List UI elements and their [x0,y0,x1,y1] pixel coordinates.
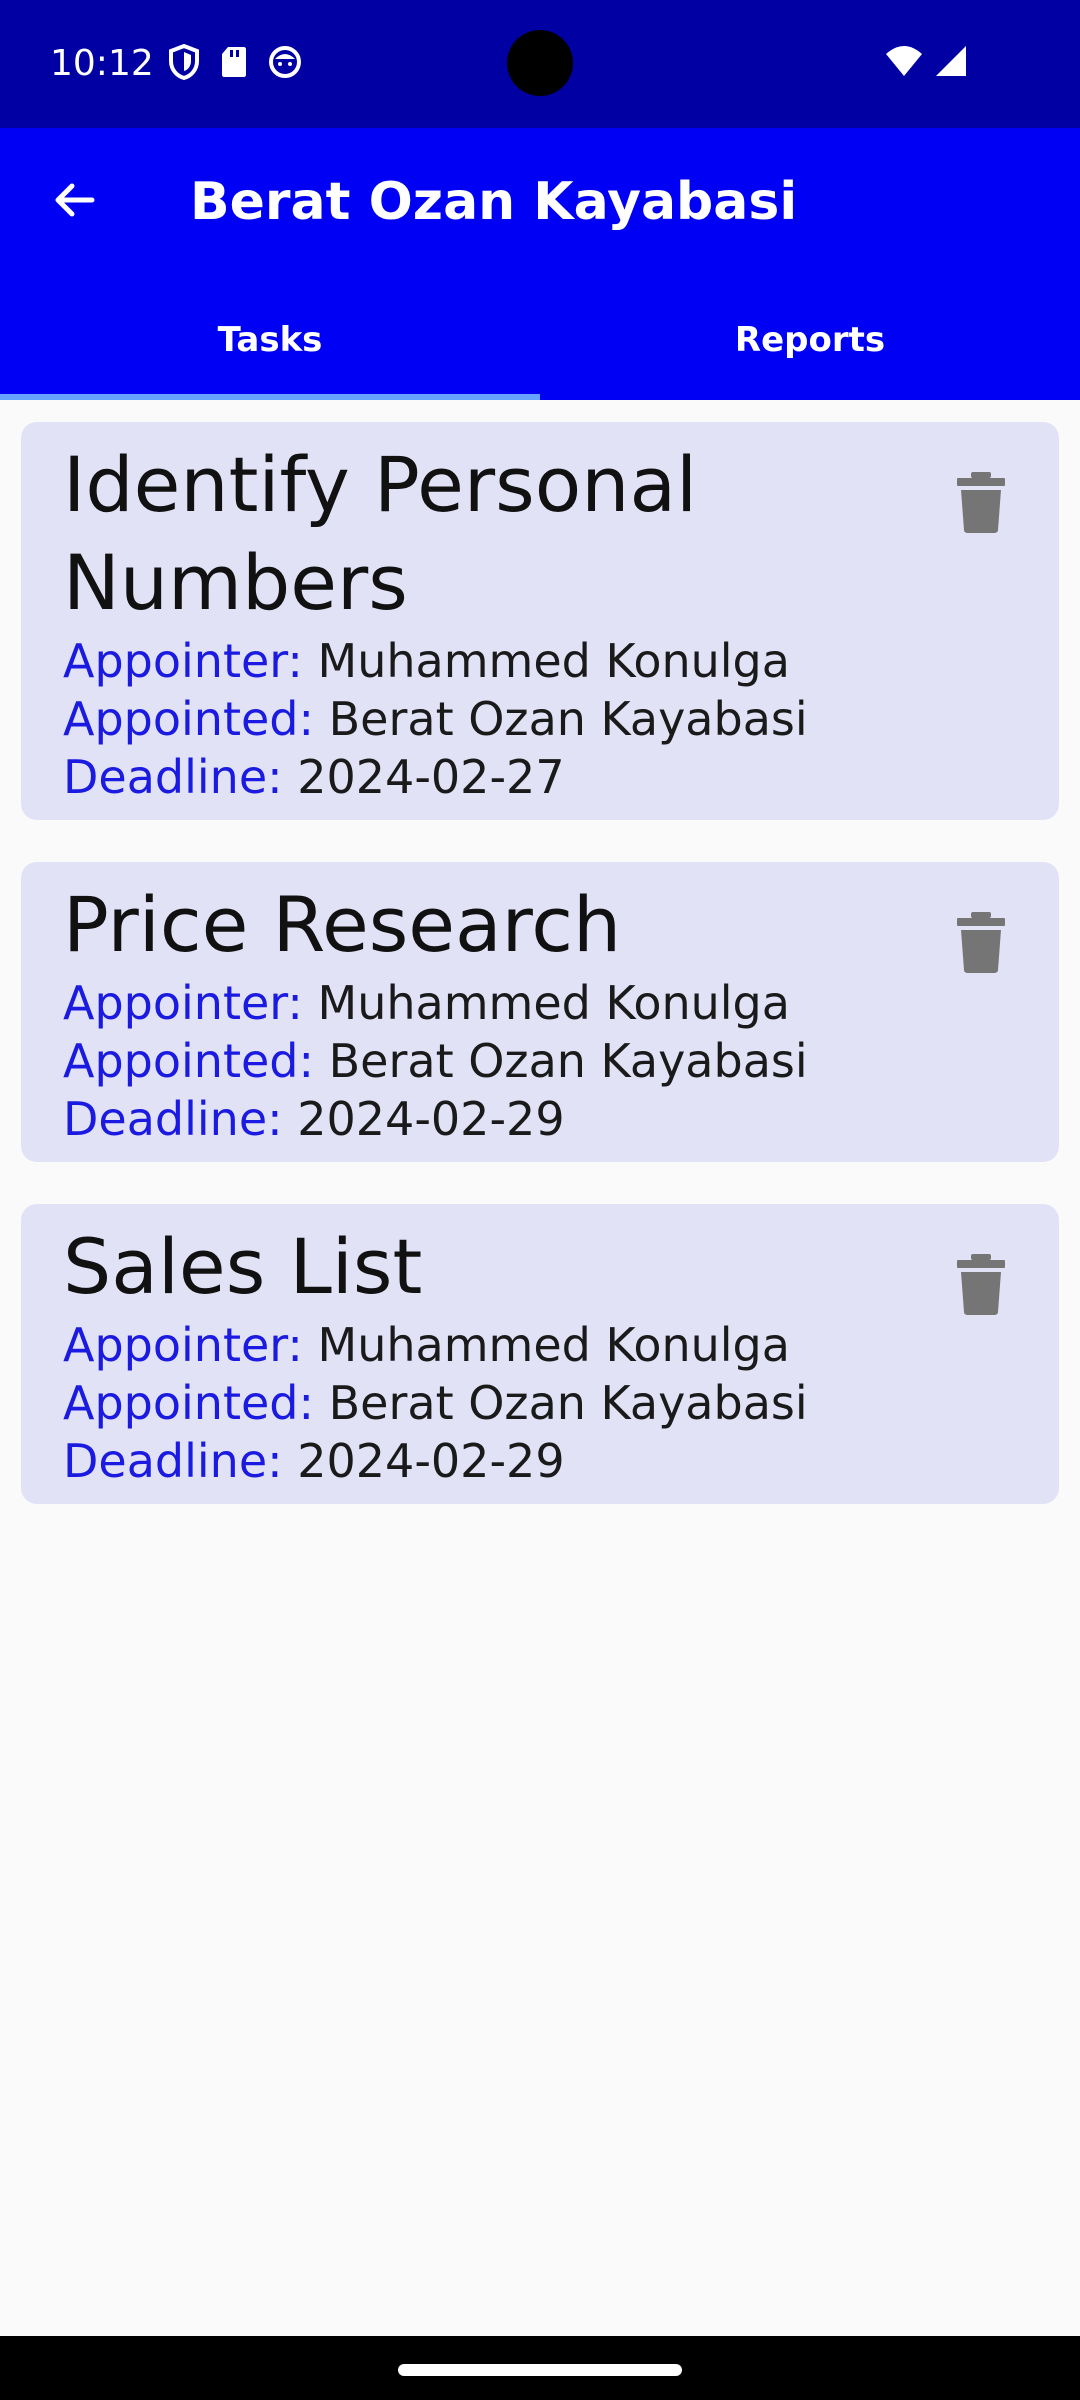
shield-icon [168,44,200,80]
face-icon [268,45,302,79]
task-appointed: Appointed: Berat Ozan Kayabasi [63,1032,1017,1090]
wifi-icon [884,44,924,82]
task-list: Identify Personal Numbers Appointer: Muh… [21,422,1059,1546]
appointer-value: Muhammed Konulga [317,976,790,1030]
task-appointer: Appointer: Muhammed Konulga [63,1316,1017,1374]
deadline-label: Deadline: [63,750,283,804]
tab-tasks[interactable]: Tasks [0,280,540,400]
arrow-back-icon [50,176,98,228]
task-appointer: Appointer: Muhammed Konulga [63,974,1017,1032]
status-icons-left [168,44,302,80]
appointed-label: Appointed: [63,1034,314,1088]
task-appointer: Appointer: Muhammed Konulga [63,632,1017,690]
task-deadline: Deadline: 2024-02-29 [63,1090,1017,1148]
delete-task-button[interactable] [951,910,1011,974]
appointed-label: Appointed: [63,692,314,746]
appointer-label: Appointer: [63,976,303,1030]
home-gesture-handle[interactable] [398,2364,682,2376]
delete-task-button[interactable] [951,1252,1011,1316]
delete-task-button[interactable] [951,470,1011,534]
status-icons-right [884,44,968,82]
appointed-value: Berat Ozan Kayabasi [328,1034,808,1088]
appointed-label: Appointed: [63,1376,314,1430]
trash-icon [951,472,1011,538]
tab-label: Tasks [217,320,323,360]
deadline-label: Deadline: [63,1092,283,1146]
deadline-value: 2024-02-29 [297,1434,565,1488]
cell-signal-icon [934,44,968,82]
appointer-label: Appointer: [63,1318,303,1372]
appointer-value: Muhammed Konulga [317,1318,790,1372]
appointed-value: Berat Ozan Kayabasi [328,692,808,746]
tab-reports[interactable]: Reports [540,280,1080,400]
task-card[interactable]: Price Research Appointer: Muhammed Konul… [21,862,1059,1162]
tab-indicator [0,394,540,400]
deadline-value: 2024-02-27 [297,750,565,804]
task-card[interactable]: Sales List Appointer: Muhammed Konulga A… [21,1204,1059,1504]
appointer-value: Muhammed Konulga [317,634,790,688]
app-bar: Berat Ozan Kayabasi Tasks Reports [0,128,1080,400]
trash-icon [951,912,1011,978]
tab-label: Reports [734,320,886,360]
task-appointed: Appointed: Berat Ozan Kayabasi [63,690,1017,748]
task-title: Price Research [63,880,622,969]
deadline-value: 2024-02-29 [297,1092,565,1146]
task-title: Sales List [63,1222,423,1311]
status-bar: 10:12 [0,0,1080,128]
task-deadline: Deadline: 2024-02-27 [63,748,1017,806]
appointed-value: Berat Ozan Kayabasi [328,1376,808,1430]
status-time: 10:12 [50,43,154,84]
task-card[interactable]: Identify Personal Numbers Appointer: Muh… [21,422,1059,820]
sd-card-icon [220,45,248,79]
back-button[interactable] [36,164,112,240]
task-appointed: Appointed: Berat Ozan Kayabasi [63,1374,1017,1432]
deadline-label: Deadline: [63,1434,283,1488]
appointer-label: Appointer: [63,634,303,688]
camera-cutout [507,30,573,96]
trash-icon [951,1254,1011,1320]
tab-bar: Tasks Reports [0,280,1080,400]
page-title: Berat Ozan Kayabasi [190,172,798,232]
task-title: Identify Personal Numbers [63,440,698,627]
task-deadline: Deadline: 2024-02-29 [63,1432,1017,1490]
